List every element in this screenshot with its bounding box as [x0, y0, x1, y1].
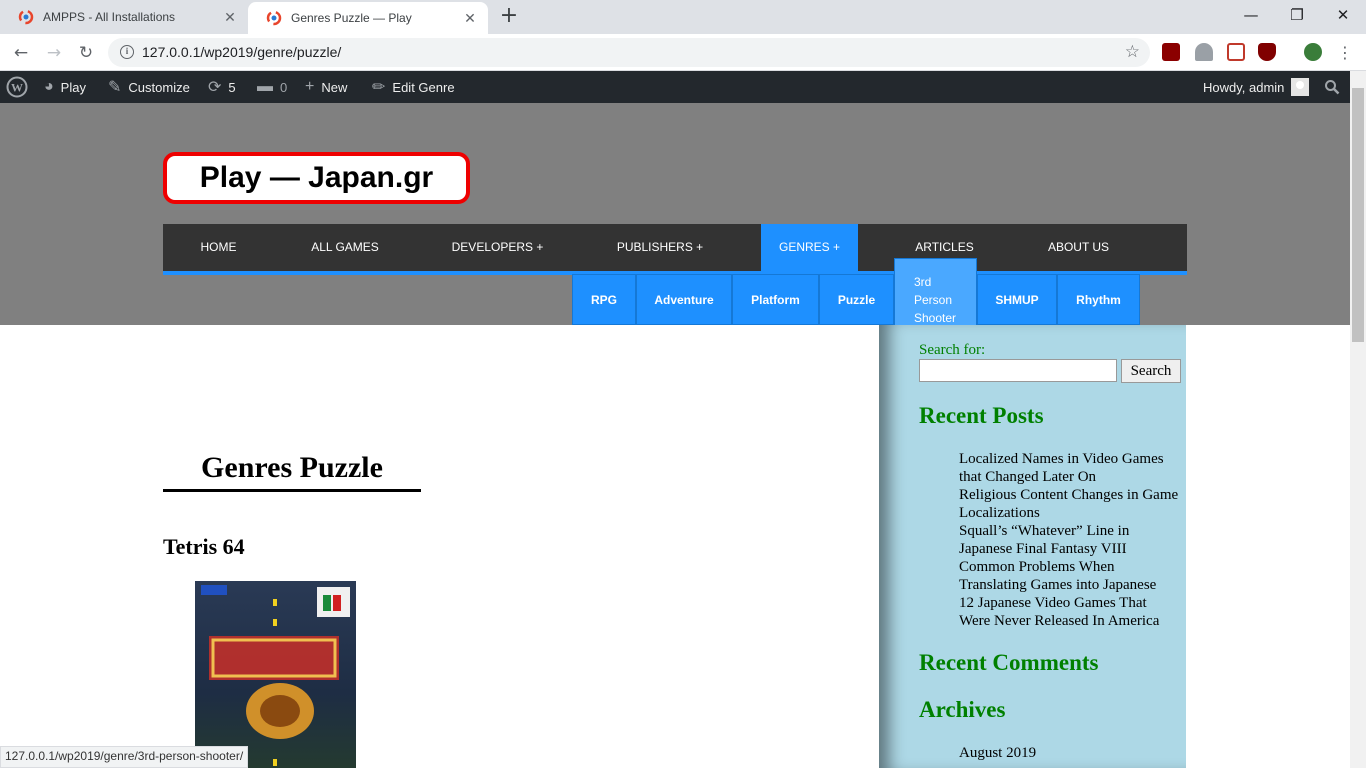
bookmark-star-icon[interactable]: ☆: [1125, 42, 1140, 62]
nav-item-developers[interactable]: DEVELOPERS +: [435, 224, 560, 271]
updates-count: 5: [228, 79, 236, 95]
close-window-icon[interactable]: ✕: [1320, 0, 1366, 30]
avatar: [1291, 78, 1310, 96]
restore-icon[interactable]: ❐: [1274, 0, 1320, 30]
info-icon[interactable]: i: [120, 45, 134, 59]
submenu-item-rhythm[interactable]: Rhythm: [1057, 274, 1140, 325]
wordpress-logo-icon[interactable]: W: [6, 71, 28, 103]
site-name-link[interactable]: ◕ Play: [44, 71, 86, 103]
ampps-favicon-icon: [18, 9, 34, 25]
svg-text:W: W: [11, 81, 23, 95]
search-label: Search for:: [919, 342, 986, 358]
new-content-link[interactable]: + New: [305, 71, 347, 103]
search-icon[interactable]: [1324, 71, 1340, 103]
tab-ampps[interactable]: AMPPS - All Installations ✕: [0, 0, 248, 34]
plus-icon: +: [305, 78, 315, 95]
forward-icon[interactable]: →: [42, 42, 66, 64]
profile-avatar-icon[interactable]: [1304, 43, 1322, 61]
main-navigation: HOME ALL GAMES DEVELOPERS + PUBLISHERS +…: [163, 224, 1187, 275]
nav-item-publishers[interactable]: PUBLISHERS +: [599, 224, 721, 271]
archives-heading: Archives: [919, 697, 1006, 722]
recent-comments-heading: Recent Comments: [919, 650, 1099, 675]
search-input[interactable]: [919, 359, 1117, 382]
back-icon[interactable]: ←: [9, 42, 33, 64]
archives-list: August 2019: [959, 744, 1181, 762]
submenu-item-rpg[interactable]: RPG: [572, 274, 636, 325]
comment-bubble-icon: ▬: [257, 78, 273, 95]
recent-posts-list: Localized Names in Video Games that Chan…: [959, 450, 1181, 630]
nav-item-home[interactable]: HOME: [181, 224, 256, 271]
close-tab-icon[interactable]: ✕: [222, 9, 238, 25]
site-title[interactable]: Play — Japan.gr: [163, 152, 470, 204]
comments-count: 0: [280, 79, 288, 95]
edit-genre-label: Edit Genre: [392, 79, 455, 95]
address-bar[interactable]: i 127.0.0.1/wp2019/genre/puzzle/ ☆: [108, 38, 1150, 67]
url-text[interactable]: 127.0.0.1/wp2019/genre/puzzle/: [142, 44, 341, 60]
recent-post-link[interactable]: Common Problems When Translating Games i…: [959, 558, 1181, 594]
pdf-extension-icon[interactable]: [1162, 43, 1180, 61]
customize-label: Customize: [128, 79, 190, 95]
close-tab-icon[interactable]: ✕: [462, 10, 478, 26]
updates-icon: ⟳: [208, 79, 222, 96]
tetris-64-cover-image[interactable]: [195, 581, 356, 768]
submenu-item-puzzle[interactable]: Puzzle: [819, 274, 894, 325]
post-title[interactable]: Tetris 64: [163, 534, 245, 560]
minimize-icon[interactable]: —: [1228, 0, 1274, 30]
browser-toolbar: ← → ↻ i 127.0.0.1/wp2019/genre/puzzle/ ☆…: [0, 34, 1366, 71]
recent-post-link[interactable]: Squall’s “Whatever” Line in Japanese Fin…: [959, 522, 1181, 558]
sidebar: Search for: Search Recent Posts Localize…: [879, 325, 1186, 768]
submenu-item-platform[interactable]: Platform: [732, 274, 819, 325]
site-name-label: Play: [60, 79, 86, 95]
submenu-item-shmup[interactable]: SHMUP: [977, 274, 1057, 325]
recent-post-link[interactable]: Localized Names in Video Games that Chan…: [959, 450, 1181, 486]
nav-item-genres[interactable]: GENRES +: [761, 224, 858, 271]
comments-link[interactable]: ▬ 0: [257, 71, 287, 103]
tab-title: Genres Puzzle — Play: [291, 11, 412, 25]
page-title: Genres Puzzle: [163, 448, 421, 492]
updates-link[interactable]: ⟳ 5: [208, 71, 236, 103]
customize-link[interactable]: ✎ Customize: [108, 71, 190, 103]
search-button[interactable]: Search: [1121, 359, 1181, 383]
nav-item-about-us[interactable]: ABOUT US: [1031, 224, 1126, 271]
status-bar-url: 127.0.0.1/wp2019/genre/3rd-person-shoote…: [0, 746, 249, 768]
archive-link[interactable]: August 2019: [959, 744, 1181, 762]
new-tab-button[interactable]: +: [498, 5, 520, 28]
browser-tab-strip: AMPPS - All Installations ✕ Genres Puzzl…: [0, 0, 1366, 34]
ampps-favicon-icon: [266, 10, 282, 26]
tab-genres-puzzle[interactable]: Genres Puzzle — Play ✕: [248, 2, 488, 34]
recent-posts-heading: Recent Posts: [919, 403, 1044, 428]
brush-icon: ✎: [108, 79, 122, 96]
tab-title: AMPPS - All Installations: [43, 10, 176, 24]
pencil-icon: ✏: [372, 79, 386, 96]
submenu-item-adventure[interactable]: Adventure: [636, 274, 732, 325]
nav-item-all-games[interactable]: ALL GAMES: [294, 224, 396, 271]
wp-admin-bar: W ◕ Play ✎ Customize ⟳ 5 ▬ 0 + New ✏ Edi…: [0, 71, 1350, 103]
new-label: New: [321, 79, 348, 95]
scrollbar-thumb[interactable]: [1352, 88, 1364, 342]
edit-genre-link[interactable]: ✏ Edit Genre: [372, 71, 455, 103]
drive-extension-icon[interactable]: [1195, 43, 1213, 61]
recent-post-link[interactable]: Religious Content Changes in Game Locali…: [959, 486, 1181, 522]
reload-icon[interactable]: ↻: [74, 42, 98, 64]
howdy-label: Howdy, admin: [1203, 79, 1285, 95]
ublock-extension-icon[interactable]: [1258, 43, 1276, 61]
recent-post-link[interactable]: 12 Japanese Video Games That Were Never …: [959, 594, 1181, 630]
submenu-item-label: 3rd Person Shooter: [914, 275, 957, 325]
my-account-link[interactable]: Howdy, admin: [1203, 71, 1310, 103]
dashboard-icon: ◕: [44, 78, 54, 95]
pocket-extension-icon[interactable]: [1227, 43, 1245, 61]
menu-dots-icon[interactable]: ⋮: [1333, 42, 1357, 64]
